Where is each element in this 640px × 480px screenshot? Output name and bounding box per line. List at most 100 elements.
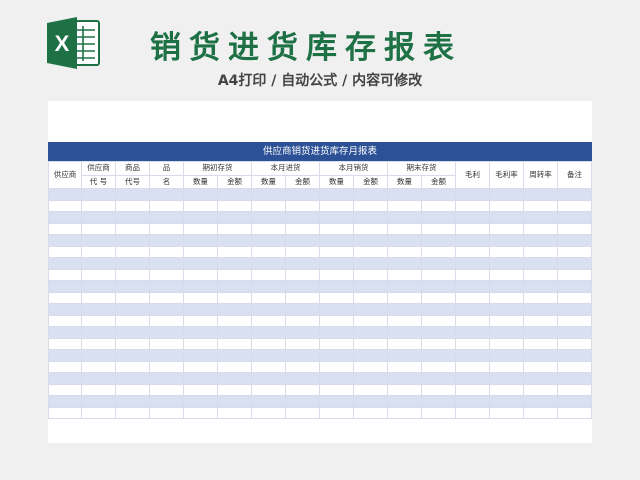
table-cell [251,360,286,373]
table-cell [48,372,82,385]
table-cell [149,303,184,316]
table-cell [48,188,82,201]
table-cell [557,280,592,293]
table-cell [251,406,286,419]
table-cell [557,326,592,339]
table-cell [523,372,558,385]
table-cell [251,349,286,362]
table-cell [353,395,388,408]
table-cell [387,395,422,408]
table-cell [285,291,320,304]
table-cell [557,199,592,212]
table-cell [48,337,82,350]
table-cell [81,188,116,201]
table-cell [353,245,388,258]
table-cell [251,326,286,339]
table-cell [81,406,116,419]
table-cell [455,222,490,235]
table-cell [489,349,524,362]
table-cell [387,349,422,362]
table-cell [149,314,184,327]
table-cell [421,349,456,362]
table-cell [353,211,388,224]
table-cell [455,337,490,350]
table-cell [489,326,524,339]
table-cell [523,245,558,258]
header-cell: 期初存货 [183,161,252,176]
table-cell [557,268,592,281]
table-cell [387,326,422,339]
table-cell [319,234,354,247]
table-row [48,314,592,327]
table-cell [115,257,150,270]
table-cell [489,314,524,327]
table-cell [455,314,490,327]
table-cell [48,222,82,235]
table-cell [489,360,524,373]
table-cell [115,222,150,235]
table-cell [217,268,252,281]
table-cell [557,383,592,396]
table-cell [455,406,490,419]
table-cell [421,280,456,293]
table-cell [115,268,150,281]
table-cell [557,222,592,235]
table-cell [183,291,218,304]
table-cell [523,406,558,419]
table-cell [387,372,422,385]
table-cell [421,303,456,316]
table-cell [319,268,354,281]
table-cell [489,337,524,350]
table-cell [353,222,388,235]
table-row [48,326,592,339]
table-row [48,349,592,362]
table-cell [251,291,286,304]
table-cell [523,383,558,396]
table-cell [81,395,116,408]
table-cell [183,268,218,281]
header-cell: 名 [149,174,184,189]
table-row [48,211,592,224]
table-cell [455,245,490,258]
table-cell [285,257,320,270]
table-cell [557,303,592,316]
table-cell [115,349,150,362]
table-cell [557,291,592,304]
table-cell [557,372,592,385]
table-cell [251,245,286,258]
table-cell [149,257,184,270]
table-cell [523,291,558,304]
table-cell [48,234,82,247]
table-cell [319,406,354,419]
header-cell: 期末存货 [387,161,456,176]
page-subtitle: A4打印 / 自动公式 / 内容可修改 [217,73,423,89]
table-cell [183,372,218,385]
table-cell [251,372,286,385]
table-cell [183,337,218,350]
table-cell [251,257,286,270]
table-cell [183,406,218,419]
table-cell [421,406,456,419]
table-cell [455,234,490,247]
table-row [48,395,592,408]
table-cell [455,257,490,270]
table-cell [149,268,184,281]
table-cell [149,222,184,235]
table-row [48,268,592,281]
table-cell [81,257,116,270]
table-cell [251,314,286,327]
header-cell: 数量 [319,174,354,189]
table-cell [353,349,388,362]
table-row [48,199,592,212]
table-cell [523,280,558,293]
table-cell [523,326,558,339]
table-cell [353,291,388,304]
header-cell: 金额 [285,174,320,189]
table-cell [251,383,286,396]
table-cell [217,349,252,362]
table-cell [353,303,388,316]
table-cell [285,188,320,201]
table-cell [251,234,286,247]
table-cell [149,280,184,293]
table-cell [523,188,558,201]
